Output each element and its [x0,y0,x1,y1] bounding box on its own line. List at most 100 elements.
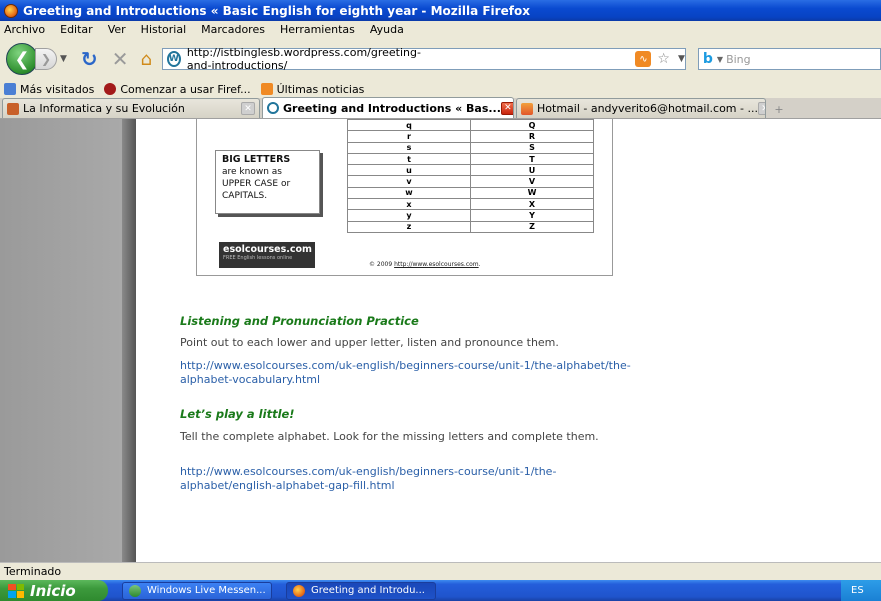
bookmark-getting-started[interactable]: Comenzar a usar Firef... [104,83,251,96]
start-button[interactable]: Inicio [0,580,108,601]
link-alphabet-gap-fill[interactable]: http://www.esolcourses.com/uk-english/be… [180,465,650,493]
uppercase-letter: U [470,164,594,177]
windows-flag-icon [8,583,24,598]
uppercase-letter: T [470,152,594,166]
system-tray: ES [841,580,881,601]
tab-label: Greeting and Introductions « Bas... [283,101,501,115]
most-visited-icon [4,83,16,95]
bookmark-label: Últimas noticias [276,82,365,96]
url-bar[interactable]: W http://istbinglesb.wordpress.com/greet… [161,46,686,72]
alphabet-row: zZ [347,220,594,233]
taskbar-label: Windows Live Messen... [147,585,266,596]
tab-close-icon[interactable]: ✕ [241,102,255,115]
bookmark-latest-news[interactable]: Últimas noticias [260,82,365,96]
search-engine-dropdown-icon[interactable]: ▼ [717,55,723,64]
menu-bar: Archivo Editar Ver Historial Marcadores … [0,21,881,38]
tab-informatica[interactable]: La Informatica y su Evolución ✕ [2,98,260,118]
status-text: Terminado [4,565,62,578]
uppercase-letter: W [470,186,594,200]
menu-herramientas[interactable]: Herramientas [280,23,355,36]
tab-greeting[interactable]: Greeting and Introductions « Bas... ✕ [262,97,514,118]
search-placeholder: Bing [726,52,751,66]
menu-editar[interactable]: Editar [60,23,93,36]
alphabet-table: qQrRsStTuUvVwWxXyYzZ [347,119,594,233]
history-dropdown-icon[interactable]: ▼ [60,54,67,64]
stop-button[interactable]: ✕ [112,47,129,71]
firefox-logo-icon [4,3,18,18]
uppercase-letter: X [470,198,594,211]
hotmail-favicon-icon [521,102,533,115]
new-tab-button[interactable]: + [768,100,790,118]
bing-icon[interactable]: b [703,51,713,67]
window-title: Greeting and Introductions « Basic Engli… [23,3,530,18]
page-content[interactable]: qQrRsStTuUvVwWxXyYzZ BIG LETTERS are kno… [0,119,881,562]
lowercase-letter: v [347,175,471,188]
copyright-text: © 2009 [369,261,393,268]
menu-marcadores[interactable]: Marcadores [201,23,265,36]
taskbar-messenger[interactable]: Windows Live Messen... [122,581,272,600]
lowercase-letter: s [347,141,471,154]
logo-brand: esolcourses.com [223,244,312,255]
blog-favicon-icon [7,102,19,115]
alphabet-row: xX [347,198,594,211]
tab-close-icon[interactable]: ✕ [757,102,765,115]
lowercase-letter: t [347,152,471,166]
tab-hotmail[interactable]: Hotmail - andyverito6@hotmail.com - ... … [516,98,766,118]
status-bar: Terminado [0,562,881,580]
wordpress-icon: W [166,51,181,67]
uppercase-letter: Q [470,119,594,132]
back-button[interactable]: ❮ [6,43,38,75]
home-button[interactable]: ⌂ [140,49,151,70]
navigation-toolbar: ❮ ❯ ▼ ↻ ✕ ⌂ W http://istbinglesb.wordpre… [0,38,881,80]
search-box[interactable]: b ▼ Bing [697,48,881,70]
lowercase-letter: y [347,209,471,222]
rss-feed-icon[interactable]: ∿ [635,51,652,67]
reload-button[interactable]: ↻ [81,47,98,71]
uppercase-letter: S [470,141,594,154]
note-line: UPPER CASE or [222,179,291,189]
url-actions: ∿ ☆ ▼ [635,51,685,67]
tab-close-icon[interactable]: ✕ [500,101,513,115]
forward-button[interactable]: ❯ [35,48,57,70]
heading-listening: Listening and Pronunciation Practice [180,314,419,328]
lowercase-letter: u [347,164,471,177]
menu-ayuda[interactable]: Ayuda [370,23,404,36]
alphabet-row: sS [347,141,594,154]
alphabet-row: uU [347,164,594,177]
alphabet-row: yY [347,209,594,222]
bookmark-most-visited[interactable]: Más visitados [4,83,94,96]
language-indicator[interactable]: ES [851,585,864,596]
paragraph-play: Tell the complete alphabet. Look for the… [180,430,599,443]
bookmark-star-icon[interactable]: ☆ [657,51,670,67]
note-line: are known as [222,167,282,177]
window-titlebar: Greeting and Introductions « Basic Engli… [0,0,881,21]
menu-ver[interactable]: Ver [108,23,126,36]
taskbar-label: Greeting and Introdu... [311,585,425,596]
link-alphabet-vocabulary[interactable]: http://www.esolcourses.com/uk-english/be… [180,359,650,387]
uppercase-letter: R [470,130,594,143]
note-line: CAPITALS. [222,191,268,201]
tab-label: La Informatica y su Evolución [23,102,185,115]
alphabet-figure: qQrRsStTuUvVwWxXyYzZ BIG LETTERS are kno… [196,119,613,276]
firefox-bookmark-icon [104,83,117,95]
figure-copyright: © 2009 http://www.esolcourses.com. [369,261,481,268]
url-text: http://istbinglesb.wordpress.com/greetin… [186,46,421,72]
alphabet-row: wW [347,186,594,200]
alphabet-row: vV [347,175,594,188]
heading-play: Let’s play a little! [180,407,295,421]
uppercase-letter: Y [470,209,594,222]
menu-archivo[interactable]: Archivo [4,23,45,36]
menu-historial[interactable]: Historial [141,23,186,36]
alphabet-row: qQ [347,119,594,132]
taskbar-firefox[interactable]: Greeting and Introdu... [286,581,436,600]
lowercase-letter: z [347,220,471,233]
uppercase-letter: V [470,175,594,188]
copyright-link[interactable]: http://www.esolcourses.com [394,261,479,268]
esolcourses-logo: esolcourses.com FREE English lessons onl… [219,242,315,268]
forward-arrow-icon: ❯ [40,52,52,66]
big-letters-note: BIG LETTERS are known as UPPER CASE or C… [215,150,320,214]
lowercase-letter: q [347,119,471,132]
lowercase-letter: x [347,198,471,211]
logo-tagline: FREE English lessons online [223,255,293,261]
url-dropdown-icon[interactable]: ▼ [678,54,685,64]
